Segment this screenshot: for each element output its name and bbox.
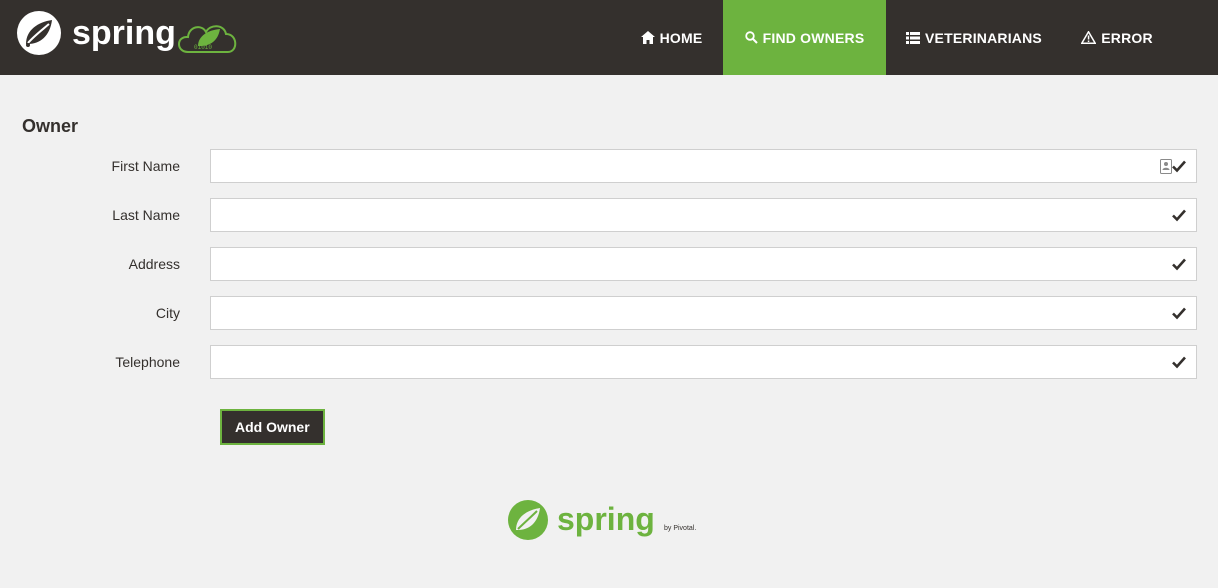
search-icon (744, 31, 758, 44)
first-name-label: First Name (111, 158, 180, 174)
first-name-input[interactable] (211, 150, 1196, 182)
checkmark-icon (1172, 159, 1186, 173)
footer-brand-word: spring (557, 501, 655, 537)
footer-tagline: by Pivotal. (664, 525, 696, 532)
top-navbar: spring 01010 Home Find owners Veterinari… (0, 0, 1218, 75)
last-name-input[interactable] (211, 199, 1196, 231)
checkmark-icon (1172, 208, 1186, 222)
nav-home[interactable]: Home (626, 0, 717, 75)
footer-spring-logo: spring by Pivotal. (507, 498, 717, 549)
telephone-label: Telephone (115, 354, 180, 370)
form-row-last-name: Last Name (0, 198, 1218, 232)
warning-icon (1081, 31, 1097, 44)
city-label: City (155, 305, 180, 321)
add-owner-button[interactable]: Add Owner (220, 409, 325, 445)
list-icon (906, 31, 921, 44)
telephone-input[interactable] (211, 346, 1196, 378)
address-label: Address (128, 256, 180, 272)
first-name-field-wrapper (210, 149, 1197, 183)
form-row-address: Address (0, 247, 1218, 281)
form-row-telephone: Telephone (0, 345, 1218, 379)
nav-find-owners[interactable]: Find owners (723, 0, 886, 75)
nav-find-owners-label: Find owners (762, 29, 865, 46)
home-icon (640, 31, 655, 44)
nav-veterinarians-label: Veterinarians (925, 29, 1042, 46)
form-row-first-name: First Name (0, 149, 1218, 183)
checkmark-icon (1172, 355, 1186, 369)
nav-veterinarians[interactable]: Veterinarians (893, 0, 1055, 75)
nav-home-label: Home (659, 29, 703, 46)
nav-error[interactable]: Error (1070, 0, 1164, 75)
last-name-label: Last Name (112, 207, 180, 223)
nav-error-label: Error (1101, 29, 1153, 46)
form-row-city: City (0, 296, 1218, 330)
spring-logo[interactable]: spring 01010 (16, 10, 248, 66)
page-title: Owner (22, 116, 79, 136)
checkmark-icon (1172, 257, 1186, 271)
checkmark-icon (1172, 306, 1186, 320)
address-field-wrapper (210, 247, 1197, 281)
city-field-wrapper (210, 296, 1197, 330)
contact-card-icon[interactable] (1160, 159, 1172, 174)
telephone-field-wrapper (210, 345, 1197, 379)
address-input[interactable] (211, 248, 1196, 280)
last-name-field-wrapper (210, 198, 1197, 232)
svg-text:01010: 01010 (194, 44, 212, 51)
city-input[interactable] (211, 297, 1196, 329)
brand-word: spring (72, 14, 176, 52)
